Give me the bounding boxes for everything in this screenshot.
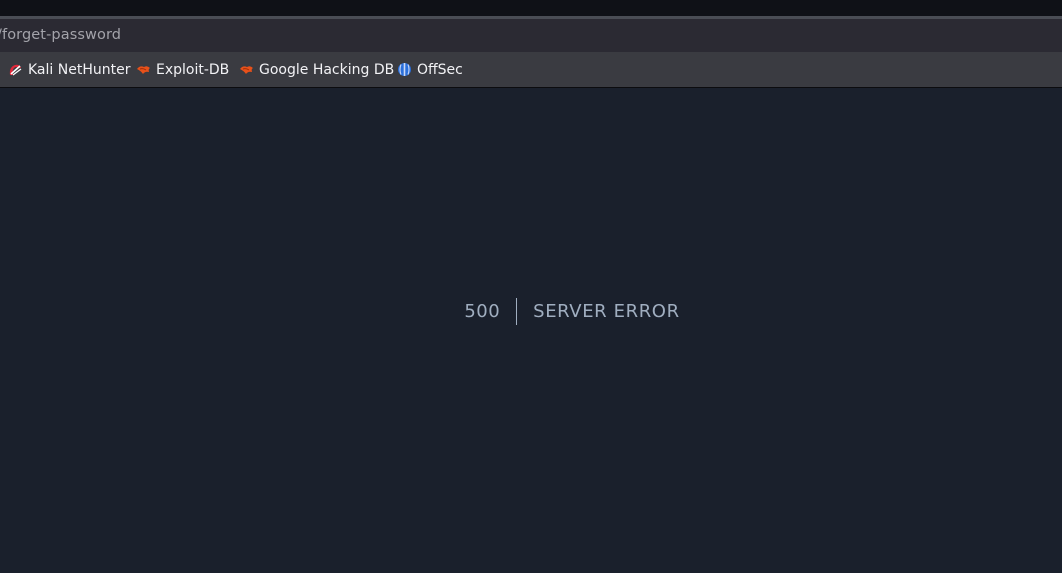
bookmark-exploit-db[interactable]: Exploit-DB <box>136 52 229 87</box>
bookmark-label: OffSec <box>417 61 463 78</box>
exploit-db-icon <box>239 62 254 77</box>
address-bar[interactable]: /forget-password <box>0 19 1062 52</box>
bookmark-label: Exploit-DB <box>156 61 230 78</box>
window-top-strip <box>0 0 1062 16</box>
offsec-icon <box>397 62 412 77</box>
bookmark-label: Google Hacking DB <box>259 61 395 78</box>
page-content: 500 SERVER ERROR <box>0 88 1062 573</box>
error-message: SERVER ERROR <box>533 301 680 322</box>
error-code: 500 <box>464 301 501 322</box>
kali-nethunter-icon <box>8 62 23 77</box>
address-bar-url[interactable]: /forget-password <box>0 27 121 43</box>
bookmark-offsec[interactable]: OffSec <box>397 52 463 87</box>
exploit-db-icon <box>136 62 151 77</box>
error-panel: 500 SERVER ERROR <box>464 298 679 325</box>
bookmark-google-hacking-db[interactable]: Google Hacking DB <box>239 52 394 87</box>
bookmarks-toolbar: Kali NetHunter Exploit-DB Google Hacking… <box>0 52 1062 88</box>
bookmark-label: Kali NetHunter <box>28 61 131 78</box>
bookmark-kali-nethunter[interactable]: Kali NetHunter <box>8 52 130 87</box>
error-container: 500 SERVER ERROR <box>0 88 1062 573</box>
